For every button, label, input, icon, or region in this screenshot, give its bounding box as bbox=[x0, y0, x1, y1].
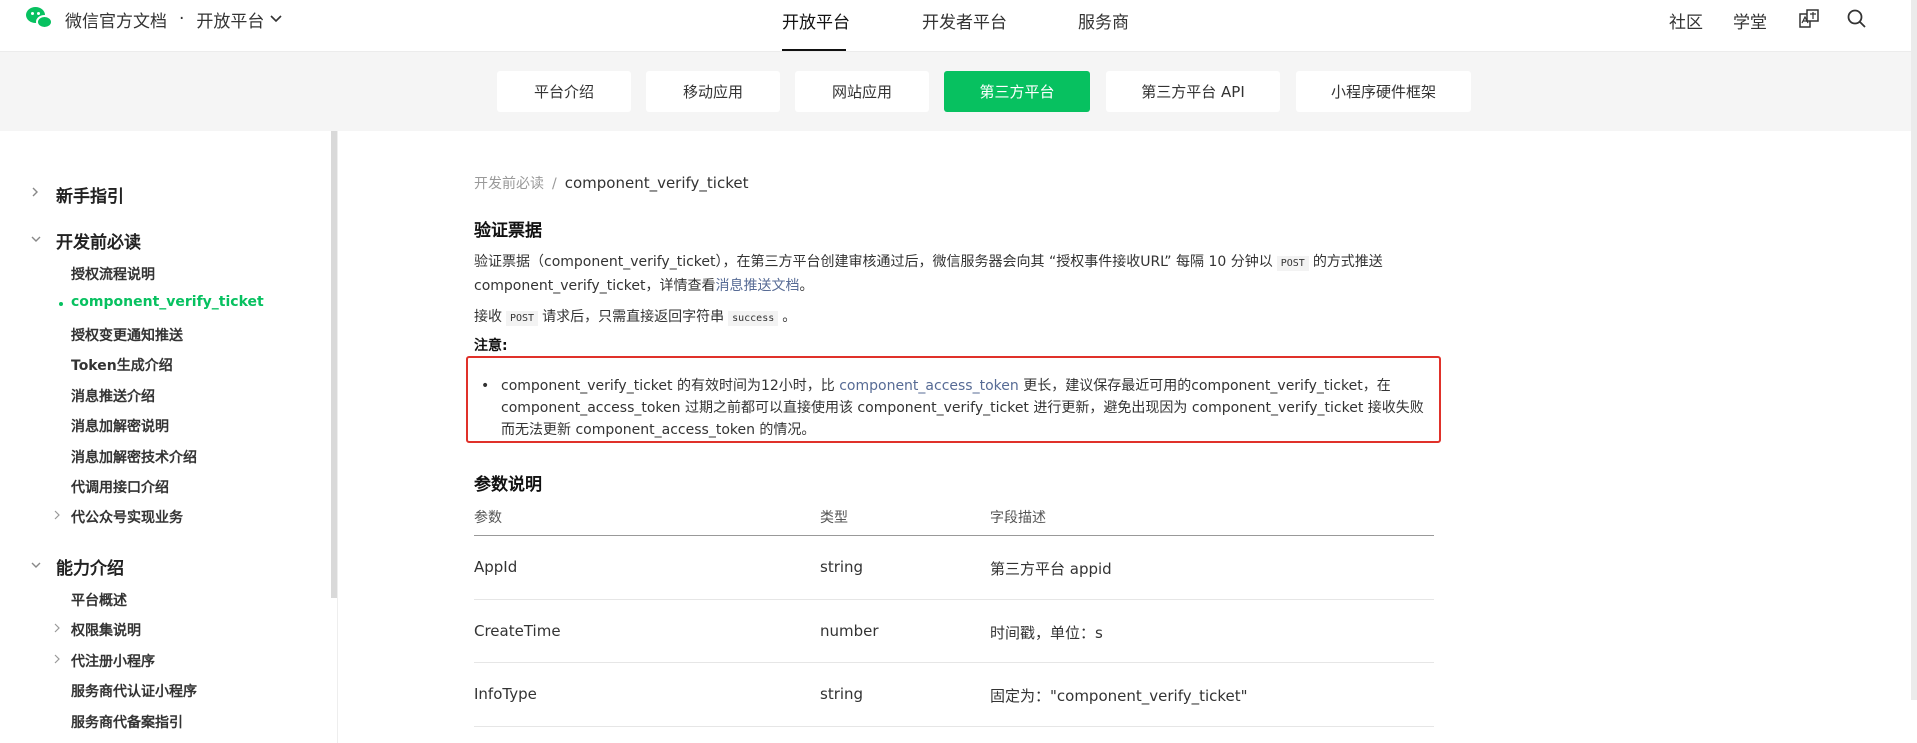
page-scrollbar[interactable] bbox=[1911, 0, 1917, 700]
note-list-item: • component_verify_ticket 的有效时间为12小时，比 c… bbox=[481, 375, 1433, 441]
sidebar-item-message-push[interactable]: 消息推送介绍 bbox=[71, 386, 155, 406]
table-row-divider bbox=[474, 726, 1434, 727]
sidebar-item-filing-guide[interactable]: 服务商代备案指引 bbox=[71, 712, 183, 732]
para1-text-b: 的方式推送 bbox=[1312, 254, 1383, 270]
table-cell: 固定为："component_verify_ticket" bbox=[990, 687, 1248, 705]
table-cell: string bbox=[820, 558, 864, 576]
subnav-platform-intro[interactable]: 平台介绍 bbox=[497, 71, 631, 112]
paragraph-2: 接收 POST 请求后，只需直接返回字符串 success。 bbox=[474, 305, 796, 331]
paragraph-1-line-2: component_verify_ticket，详情查看消息推送文档。 bbox=[474, 274, 814, 298]
table-cell: number bbox=[820, 622, 879, 640]
table-row-divider bbox=[474, 599, 1434, 600]
chevron-down-icon[interactable] bbox=[30, 233, 42, 248]
sidebar-item-component-verify-ticket[interactable]: component_verify_ticket bbox=[71, 294, 264, 310]
table-cell: 时间戳，单位：s bbox=[990, 624, 1103, 642]
table-header-type: 类型 bbox=[820, 510, 848, 526]
sidebar-item-platform-overview[interactable]: 平台概述 bbox=[71, 590, 127, 610]
para2-text-b: 请求后，只需直接返回字符串 bbox=[542, 309, 725, 325]
sidebar-item-token-intro[interactable]: Token生成介绍 bbox=[71, 355, 173, 375]
chevron-right-icon[interactable] bbox=[53, 510, 61, 523]
breadcrumb: 开发前必读 / component_verify_ticket bbox=[474, 173, 748, 193]
subnav-mini-program-hardware[interactable]: 小程序硬件框架 bbox=[1296, 71, 1471, 112]
table-cell: AppId bbox=[474, 558, 518, 576]
component-access-token-link[interactable]: component_access_token bbox=[839, 378, 1019, 394]
sidebar-section-before-dev[interactable]: 开发前必读 bbox=[56, 228, 141, 253]
paragraph-1-line-1: 验证票据（component_verify_ticket），在第三方平台创建审核… bbox=[474, 250, 1383, 276]
brand[interactable]: 微信官方文档 · 开放平台 bbox=[26, 6, 282, 32]
table-cell: InfoType bbox=[474, 685, 537, 703]
chevron-down-icon[interactable] bbox=[30, 559, 42, 574]
para1-text-c: component_verify_ticket，详情查看 bbox=[474, 278, 716, 294]
nav-active-underline bbox=[782, 49, 846, 51]
subnav-website-app[interactable]: 网站应用 bbox=[795, 71, 929, 112]
nav-service-provider[interactable]: 服务商 bbox=[1078, 8, 1129, 33]
main-nav: 开放平台 开发者平台 服务商 bbox=[0, 0, 1917, 52]
sidebar bbox=[0, 131, 334, 743]
breadcrumb-current: component_verify_ticket bbox=[564, 174, 749, 192]
sidebar-item-auth-change-notify[interactable]: 授权变更通知推送 bbox=[71, 325, 183, 345]
table-header-description: 字段描述 bbox=[990, 510, 1046, 526]
bullet: • bbox=[481, 378, 490, 394]
nav-community[interactable]: 社区 bbox=[1669, 8, 1703, 33]
sidebar-item-auth-flow[interactable]: 授权流程说明 bbox=[71, 264, 155, 284]
chevron-right-icon[interactable] bbox=[30, 186, 40, 202]
code-post: POST bbox=[506, 311, 539, 326]
sidebar-item-official-account-business[interactable]: 代公众号实现业务 bbox=[71, 507, 183, 527]
note-text-a: component_verify_ticket 的有效时间为12小时，比 bbox=[501, 378, 835, 394]
params-title: 参数说明 bbox=[474, 475, 542, 495]
table-cell: 第三方平台 appid bbox=[990, 560, 1112, 578]
platform-switch-label: 开放平台 bbox=[196, 11, 265, 32]
para1-text-a: 验证票据（component_verify_ticket），在第三方平台创建审核… bbox=[474, 254, 1273, 270]
sidebar-item-permission-sets[interactable]: 权限集说明 bbox=[71, 620, 141, 640]
sidebar-item-message-encrypt-tech[interactable]: 消息加解密技术介绍 bbox=[71, 447, 197, 467]
active-indicator-dot bbox=[59, 302, 63, 306]
sidebar-item-register-mini-program[interactable]: 代注册小程序 bbox=[71, 651, 155, 671]
nav-developer-platform[interactable]: 开发者平台 bbox=[922, 8, 1007, 33]
nav-open-platform[interactable]: 开放平台 bbox=[782, 8, 850, 33]
note-label: 注意: bbox=[474, 338, 508, 354]
page-title: 验证票据 bbox=[474, 221, 542, 241]
chevron-right-icon[interactable] bbox=[53, 623, 61, 636]
sidebar-divider bbox=[337, 131, 338, 743]
code-post: POST bbox=[1276, 256, 1309, 271]
sidebar-section-getting-started[interactable]: 新手指引 bbox=[56, 182, 124, 207]
table-row-divider bbox=[474, 662, 1434, 663]
nav-academy[interactable]: 学堂 bbox=[1733, 8, 1767, 33]
top-navigation-bar: 微信官方文档 · 开放平台 开放平台 开发者平台 服务商 社区 学堂 bbox=[0, 0, 1917, 52]
chevron-down-icon bbox=[270, 12, 282, 26]
translate-icon[interactable] bbox=[1798, 8, 1820, 30]
subnav-third-party-api[interactable]: 第三方平台 API bbox=[1106, 71, 1280, 112]
search-icon[interactable] bbox=[1846, 8, 1868, 30]
subnav-third-party-platform[interactable]: 第三方平台 bbox=[944, 71, 1090, 112]
breadcrumb-separator: / bbox=[552, 176, 557, 192]
sidebar-item-proxy-api[interactable]: 代调用接口介绍 bbox=[71, 477, 169, 497]
sidebar-item-certify-mini-program[interactable]: 服务商代认证小程序 bbox=[71, 681, 197, 701]
para2-text-a: 接收 bbox=[474, 309, 502, 325]
table-header-divider bbox=[474, 535, 1434, 536]
table-header-param: 参数 bbox=[474, 510, 502, 526]
table-cell: CreateTime bbox=[474, 622, 561, 640]
platform-switch[interactable]: 开放平台 bbox=[196, 7, 282, 32]
code-success: success bbox=[728, 311, 779, 326]
breadcrumb-parent[interactable]: 开发前必读 bbox=[474, 176, 544, 192]
para1-text-d: 。 bbox=[799, 278, 814, 294]
sidebar-item-message-encrypt[interactable]: 消息加解密说明 bbox=[71, 416, 169, 436]
sub-navigation: 平台介绍 移动应用 网站应用 第三方平台 第三方平台 API 小程序硬件框架 bbox=[0, 52, 1917, 131]
message-push-doc-link[interactable]: 消息推送文档 bbox=[716, 278, 800, 294]
sidebar-section-capabilities[interactable]: 能力介绍 bbox=[56, 554, 124, 579]
subnav-mobile-app[interactable]: 移动应用 bbox=[646, 71, 780, 112]
chevron-right-icon[interactable] bbox=[53, 654, 61, 667]
para2-text-c: 。 bbox=[782, 309, 797, 325]
wechat-logo-icon bbox=[26, 7, 55, 31]
table-cell: string bbox=[820, 685, 864, 703]
separator-dot: · bbox=[179, 9, 185, 29]
brand-title: 微信官方文档 bbox=[65, 11, 167, 32]
